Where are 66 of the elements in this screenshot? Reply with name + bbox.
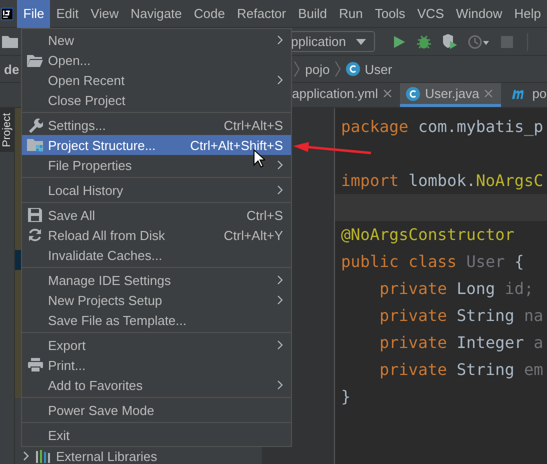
code-line: public class User { [340, 251, 526, 273]
code-line: private String na [378, 305, 544, 327]
editor-tab[interactable]: po [501, 83, 547, 107]
breadcrumb[interactable]: de [4, 62, 20, 76]
menu-item[interactable]: Invalidate Caches... [22, 245, 291, 265]
menu-item[interactable]: Open... [22, 50, 291, 70]
menu-item[interactable]: Power Save Mode [22, 400, 291, 420]
profiler-icon[interactable] [468, 34, 490, 50]
menu-bar-item[interactable]: Navigate [124, 0, 188, 28]
shield-run-icon[interactable] [442, 34, 458, 50]
chevron-icon[interactable] [22, 451, 30, 461]
code-line: private String em [378, 359, 544, 381]
menu-item[interactable]: Add to Favorites [22, 375, 291, 395]
code-line: private Long id; [378, 278, 535, 300]
breadcrumb[interactable]: pojo [305, 62, 330, 76]
menu-item[interactable]: Save All Ctrl+S [22, 205, 291, 225]
menu-item[interactable]: Save File as Template... [22, 310, 291, 330]
menu-item[interactable]: Local History [22, 180, 291, 200]
menu-item[interactable]: New [22, 30, 291, 50]
code-line: @NoArgsConstructor [340, 224, 516, 246]
printer-icon [28, 358, 42, 372]
caret-icon [356, 38, 366, 44]
folder-icon [27, 54, 43, 66]
menu-bar-item[interactable]: Edit [50, 0, 85, 28]
bug-icon[interactable] [416, 34, 432, 50]
project-tool-tab[interactable]: Project [0, 108, 14, 152]
wrench-icon [28, 118, 42, 132]
menu-bar-item[interactable]: Build [292, 0, 334, 28]
close-icon[interactable] [484, 89, 494, 98]
chevron-icon [294, 61, 300, 77]
code-line: import lombok.NoArgsC [340, 170, 544, 192]
reload-icon [28, 228, 42, 242]
menu-bar-item[interactable]: Tools [368, 0, 412, 28]
breadcrumb[interactable]: User [364, 62, 392, 76]
menu-item[interactable]: Print... [22, 355, 291, 375]
menu-bar-item[interactable]: VCS [411, 0, 450, 28]
menu-item[interactable]: File Properties [22, 155, 291, 175]
folder-grid-icon [27, 138, 43, 152]
class-icon [346, 62, 360, 76]
menu-item[interactable]: Exit [22, 425, 291, 445]
run-icon[interactable] [392, 34, 406, 48]
menu-bar-item[interactable]: Window [450, 0, 508, 28]
menu-bar-item[interactable]: Run [333, 0, 369, 28]
class-icon [406, 86, 420, 100]
menu-item[interactable]: Settings... Ctrl+Alt+S [22, 115, 291, 135]
menu-bar-item[interactable]: View [84, 0, 125, 28]
folder-icon[interactable] [2, 35, 18, 48]
library-icon [36, 450, 50, 462]
tree-item[interactable]: External Libraries [56, 448, 158, 464]
code-line: } [340, 386, 352, 408]
menu-item[interactable]: Project Structure... Ctrl+Alt+Shift+S [22, 135, 291, 155]
chevron-icon [334, 61, 341, 77]
code-line: private Integer a [378, 332, 544, 354]
mouse-cursor-icon [253, 149, 265, 168]
menu-bar-item[interactable]: Refactor [230, 0, 292, 28]
menu-item[interactable]: Export [22, 335, 291, 355]
menu-item[interactable]: Reload All from Disk Ctrl+Alt+Y [22, 225, 291, 245]
menu-item[interactable]: Manage IDE Settings [22, 270, 291, 290]
editor-tab[interactable]: User.java [400, 83, 502, 107]
menu-bar-item[interactable]: Help [508, 0, 547, 28]
code-line: package com.mybatis_p [340, 116, 544, 138]
close-icon[interactable] [383, 89, 392, 98]
tree-selection [15, 250, 21, 270]
menu-bar-item[interactable]: File [17, 0, 50, 28]
menu-item[interactable]: New Projects Setup [22, 290, 291, 310]
menu-bar-item[interactable]: Code [188, 0, 231, 28]
